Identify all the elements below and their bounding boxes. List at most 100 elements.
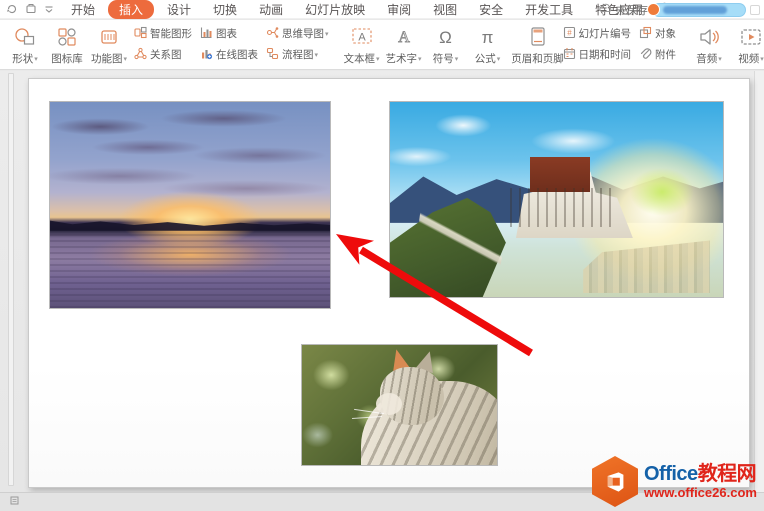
potala-red-palace: [529, 156, 590, 192]
online-chart-icon: [200, 47, 213, 63]
potala-palace-photo[interactable]: [389, 101, 724, 298]
date-time-button[interactable]: 日期和时间: [563, 46, 632, 64]
relation-diagram-button[interactable]: 关系图: [134, 46, 192, 64]
audio-speaker-icon: [697, 25, 721, 49]
slide-number-label: 幻灯片编号: [578, 28, 632, 40]
header-footer-icon: [528, 25, 548, 49]
save-status: 未保存: [599, 2, 648, 18]
cloud-icon: [599, 3, 612, 16]
lens-flare: [629, 168, 694, 217]
chevron-down-icon: ▾: [454, 56, 459, 63]
date-time-label: 日期和时间: [578, 49, 632, 61]
relation-diagram-label: 关系图: [150, 49, 182, 61]
watermark-title: Office教程网: [644, 462, 757, 485]
slide-menu-icon[interactable]: [10, 496, 19, 508]
chevron-down-icon: ▾: [325, 31, 329, 38]
svg-text:A: A: [398, 29, 410, 46]
quick-access-toolbar: [0, 3, 62, 15]
chevron-down-icon: ▾: [418, 56, 422, 63]
tab-slideshow[interactable]: 幻灯片放映: [296, 0, 374, 20]
document-area: [0, 71, 764, 492]
symbol-button[interactable]: Ω 符号 ▾: [425, 22, 467, 67]
tab-review[interactable]: 审阅: [378, 0, 420, 20]
mind-map-label: 思维导图: [282, 28, 324, 40]
tab-design[interactable]: 设计: [158, 0, 200, 20]
text-box-button[interactable]: A 文本框 ▾: [341, 22, 383, 67]
shapes-label: 形状: [12, 53, 34, 65]
word-art-label: 艺术字: [385, 53, 418, 65]
online-chart-button[interactable]: 在线图表: [200, 46, 258, 64]
formula-button[interactable]: π 公式 ▾: [467, 22, 509, 67]
shapes-button[interactable]: 形状 ▾: [4, 22, 46, 67]
avatar: [647, 2, 660, 16]
function-diagram-label: 功能图: [91, 53, 123, 65]
icon-library-label: 图标库: [51, 53, 83, 65]
text-box-icon: A: [350, 25, 374, 49]
shapes-icon: [13, 25, 37, 49]
header-footer-button[interactable]: 页眉和页脚: [511, 22, 564, 67]
formula-label: 公式: [474, 53, 496, 65]
text-box-label: 文本框: [343, 53, 376, 65]
attachment-paperclip-icon: [639, 47, 652, 63]
date-time-icon: [563, 47, 576, 63]
slide-panel-collapsed[interactable]: [8, 73, 14, 486]
save-status-label: 未保存: [615, 4, 648, 17]
tab-devtools[interactable]: 开发工具: [516, 0, 582, 20]
slide-number-icon: #: [563, 26, 576, 42]
menu-bar: 开始 插入 设计 切换 动画 幻灯片放映 审阅 视图 安全 开发工具 特色应用 …: [0, 0, 764, 19]
audio-button[interactable]: 音频 ▾: [688, 22, 730, 67]
watermark-logo: Office教程网 www.office26.com: [592, 455, 760, 508]
smart-graphic-button[interactable]: 智能图形: [134, 25, 192, 43]
chevron-down-icon: ▾: [123, 56, 128, 63]
cat-photo[interactable]: [301, 344, 498, 466]
chevron-down-icon: ▾: [718, 56, 722, 63]
audio-label: 音频: [696, 53, 718, 65]
slide-canvas[interactable]: [28, 78, 750, 488]
object-button[interactable]: 对象: [639, 25, 676, 43]
customize-toolbar-icon[interactable]: [44, 3, 54, 15]
menu-tabs: 开始 插入 设计 切换 动画 幻灯片放映 审阅 视图 安全 开发工具 特色应用: [62, 0, 652, 20]
tab-home[interactable]: 开始: [62, 0, 104, 20]
chevron-down-icon: ▾: [496, 56, 501, 63]
svg-text:A: A: [358, 32, 366, 44]
video-button[interactable]: 视频 ▾: [730, 22, 764, 67]
attachment-button[interactable]: 附件: [639, 46, 676, 64]
promo-badge[interactable]: [647, 2, 745, 16]
print-preview-icon[interactable]: [25, 3, 37, 15]
word-art-icon: A: [393, 25, 415, 49]
tab-security[interactable]: 安全: [470, 0, 512, 20]
watermark-url: www.office26.com: [644, 484, 757, 500]
menubar-right: 未保存: [599, 0, 760, 19]
attachment-label: 附件: [655, 49, 677, 61]
mind-map-button[interactable]: 思维导图 ▾: [266, 25, 329, 43]
comment-icon[interactable]: [750, 4, 760, 15]
function-diagram-icon: [98, 25, 120, 49]
insert-ribbon: 形状 ▾ 图标库 功能图 ▾ 智能图形 关系图 图表 在线图表 思维导图 ▾ 流…: [0, 20, 764, 70]
tab-transitions[interactable]: 切换: [204, 0, 246, 20]
video-label: 视频: [738, 53, 760, 65]
function-diagram-button[interactable]: 功能图 ▾: [88, 22, 130, 67]
sunset-lake-photo[interactable]: [49, 101, 331, 309]
word-art-button[interactable]: A 艺术字 ▾: [383, 22, 425, 67]
symbol-omega-icon: Ω: [439, 27, 452, 47]
tab-view[interactable]: 视图: [424, 0, 466, 20]
tab-animations[interactable]: 动画: [250, 0, 292, 20]
vertical-scrollbar[interactable]: [754, 71, 764, 492]
flow-chart-icon: [266, 47, 279, 63]
potala-hill-path: [410, 186, 510, 291]
slide-number-button[interactable]: # 幻灯片编号: [563, 25, 632, 43]
icon-library-button[interactable]: 图标库: [46, 22, 88, 67]
sync-save-icon[interactable]: [6, 3, 18, 15]
flow-chart-button[interactable]: 流程图 ▾: [266, 46, 329, 64]
chevron-down-icon: ▾: [760, 56, 764, 63]
potala-windows: [509, 187, 617, 227]
chevron-down-icon: ▾: [34, 56, 38, 63]
svg-text:#: #: [567, 29, 572, 38]
relation-diagram-icon: [134, 47, 147, 63]
formula-pi-icon: π: [481, 27, 494, 47]
video-icon: [738, 25, 764, 49]
tab-insert[interactable]: 插入: [108, 0, 155, 19]
chart-button[interactable]: 图表: [200, 25, 258, 43]
chevron-down-icon: ▾: [376, 56, 380, 63]
chart-label: 图表: [216, 28, 237, 40]
